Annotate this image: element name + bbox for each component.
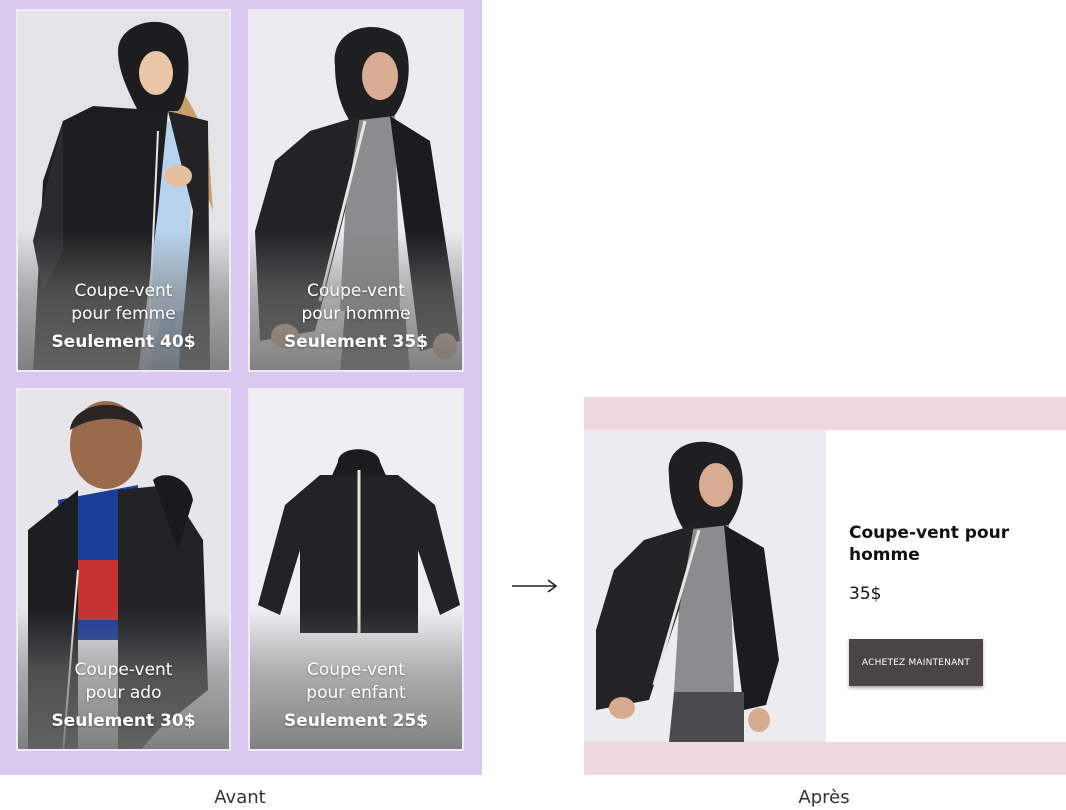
card-price: Seulement 25$ (283, 711, 429, 731)
card-text-block: Coupe-vent pour enfant Seulement 25$ (250, 659, 462, 731)
card-title: Coupe-vent pour enfant (306, 660, 406, 703)
card-price: Seulement 40$ (51, 332, 196, 352)
card-title: Coupe-vent pour femme (71, 281, 176, 324)
banner-photo (584, 430, 826, 742)
product-card-men[interactable]: Coupe-vent pour homme Seulement 35$ (248, 9, 464, 372)
before-panel: Coupe-vent pour femme Seulement 40$ Coup… (0, 0, 482, 775)
card-text-block: Coupe-vent pour homme Seulement 35$ (250, 280, 462, 352)
card-text-block: Coupe-vent pour femme Seulement 40$ (18, 280, 229, 352)
man-windbreaker-photo (584, 430, 826, 742)
after-banner: Coupe-vent pour homme 35$ ACHETEZ MAINTE… (584, 397, 1066, 775)
card-title: Coupe-vent pour homme (301, 281, 411, 324)
bottom-band (584, 742, 1066, 775)
banner-body: Coupe-vent pour homme 35$ ACHETEZ MAINTE… (584, 430, 1066, 742)
right-arrow-icon (512, 579, 558, 593)
product-card-kids[interactable]: Coupe-vent pour enfant Seulement 25$ (248, 388, 464, 751)
card-price: Seulement 35$ (283, 332, 429, 352)
buy-now-button[interactable]: ACHETEZ MAINTENANT (849, 639, 983, 686)
card-price: Seulement 30$ (51, 711, 196, 731)
product-title: Coupe-vent pour homme (849, 523, 1010, 565)
top-band (584, 397, 1066, 430)
product-card-teen[interactable]: Coupe-vent pour ado Seulement 30$ (16, 388, 231, 751)
product-price: 35$ (849, 584, 882, 604)
card-title: Coupe-vent pour ado (74, 660, 173, 703)
after-caption: Après (798, 787, 850, 808)
product-card-women[interactable]: Coupe-vent pour femme Seulement 40$ (16, 9, 231, 372)
before-caption: Avant (214, 787, 266, 808)
card-text-block: Coupe-vent pour ado Seulement 30$ (18, 659, 229, 731)
